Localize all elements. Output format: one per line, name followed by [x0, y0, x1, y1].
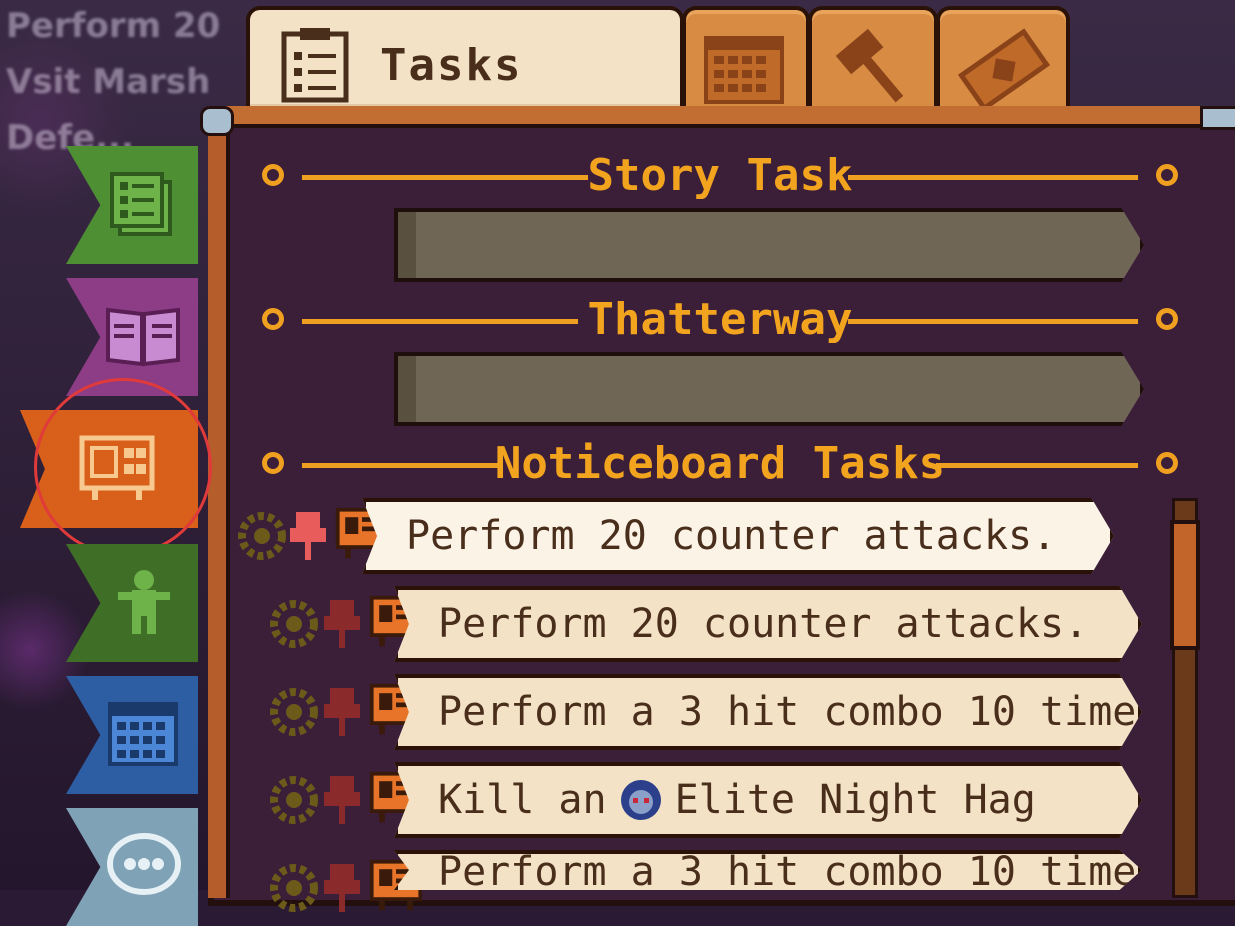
tab-crafting[interactable]: [808, 6, 938, 110]
gear-icon: [270, 776, 318, 824]
task-row[interactable]: Perform 20 counter attacks.: [266, 586, 1142, 662]
side-tab-chat[interactable]: [66, 808, 198, 926]
night-hag-icon: [620, 780, 661, 820]
pin-icon: [324, 864, 360, 912]
side-tab-calendar[interactable]: [66, 676, 198, 794]
section-noticeboard-tasks: Noticeboard Tasks: [262, 438, 1178, 490]
calendar-icon: [704, 36, 784, 104]
gear-icon: [270, 600, 318, 648]
panel-corner-right: [1200, 106, 1235, 130]
task-row[interactable]: Perform a 3 hit combo 10 times.: [266, 850, 1142, 926]
task-row[interactable]: Perform a 3 hit combo 10 times.: [266, 674, 1142, 750]
task-label-enemy: Elite Night Hag: [674, 777, 1036, 823]
panel-corner-left: [200, 106, 234, 136]
pin-icon: [290, 512, 326, 560]
task-label: Kill an Elite Night Hag: [394, 762, 1142, 838]
background-text-2: Vsit Marsh: [6, 62, 211, 102]
calendar-icon: [108, 702, 178, 766]
tab-calendar[interactable]: [682, 6, 810, 110]
thatterway-task-slot: [394, 352, 1144, 426]
task-label: Perform a 3 hit combo 10 times.: [394, 674, 1142, 750]
tab-tasks-label: Tasks: [380, 40, 523, 91]
side-tab-character[interactable]: [66, 544, 198, 662]
pin-icon: [324, 776, 360, 824]
selection-ring: [34, 378, 212, 556]
ticket-icon: [958, 28, 1050, 112]
gear-icon: [238, 512, 286, 560]
task-label: Perform a 3 hit combo 10 times.: [394, 850, 1142, 890]
section-story-task: Story Task: [262, 150, 1178, 202]
panel-top-edge: [208, 106, 1235, 128]
section-thatterway: Thatterway: [262, 294, 1178, 346]
hammer-icon: [835, 28, 904, 103]
book-icon: [106, 307, 180, 367]
task-row[interactable]: Perform 20 counter attacks.: [234, 498, 1114, 574]
background-text-1: Perform 20: [6, 6, 221, 46]
section-title-noticeboard: Noticeboard Tasks: [494, 438, 946, 489]
gear-icon: [270, 864, 318, 912]
checklist-icon: [110, 172, 172, 236]
task-label-prefix: Kill an: [438, 777, 607, 823]
section-title-story: Story Task: [587, 150, 853, 201]
gear-icon: [270, 688, 318, 736]
side-tab-quests[interactable]: [66, 146, 198, 264]
scrollbar-thumb[interactable]: [1170, 520, 1200, 650]
person-icon: [118, 570, 170, 634]
task-row[interactable]: Kill an Elite Night Hag: [266, 762, 1142, 838]
tab-ticket[interactable]: [936, 6, 1070, 112]
story-task-slot: [394, 208, 1144, 282]
task-label: Perform 20 counter attacks.: [394, 586, 1142, 662]
pin-icon: [324, 688, 360, 736]
section-title-thatterway: Thatterway: [587, 294, 853, 345]
pin-icon: [324, 600, 360, 648]
tab-tasks[interactable]: Tasks: [246, 6, 684, 110]
clipboard-icon: [281, 28, 349, 103]
panel-left-edge: [208, 128, 230, 898]
task-label: Perform 20 counter attacks.: [362, 498, 1114, 574]
